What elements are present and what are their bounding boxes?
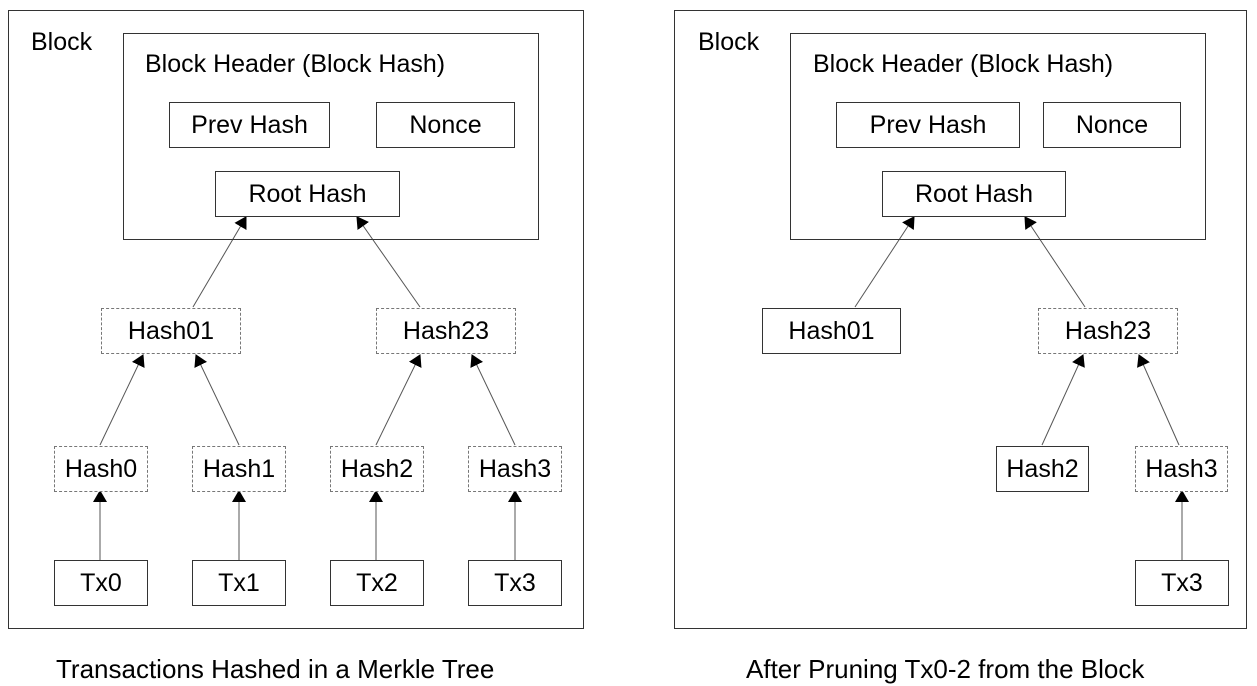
right-tx3: Tx3 [1135,560,1229,606]
left-hash3: Hash3 [468,446,562,492]
right-hash2: Hash2 [996,446,1089,492]
left-tx1: Tx1 [192,560,286,606]
left-caption: Transactions Hashed in a Merkle Tree [56,654,495,684]
right-caption: After Pruning Tx0-2 from the Block [746,654,1145,684]
right-block-header-label: Block Header (Block Hash) [813,50,1114,78]
right-hash3: Hash3 [1135,446,1228,492]
left-hash1: Hash1 [192,446,286,492]
left-hash2: Hash2 [330,446,424,492]
right-hash01: Hash01 [762,308,901,354]
left-block-header-label: Block Header (Block Hash) [145,50,446,78]
right-root-hash: Root Hash [882,171,1066,217]
right-nonce: Nonce [1043,102,1181,148]
left-hash01: Hash01 [101,308,241,354]
left-tx2: Tx2 [330,560,424,606]
left-hash23: Hash23 [376,308,516,354]
left-nonce: Nonce [376,102,515,148]
left-tx0: Tx0 [54,560,148,606]
left-tx3: Tx3 [468,560,562,606]
left-prev-hash: Prev Hash [169,102,330,148]
right-hash23: Hash23 [1038,308,1178,354]
left-root-hash: Root Hash [215,171,400,217]
left-hash0: Hash0 [54,446,148,492]
right-prev-hash: Prev Hash [836,102,1020,148]
right-block-label: Block [698,28,760,56]
left-block-label: Block [31,28,93,56]
